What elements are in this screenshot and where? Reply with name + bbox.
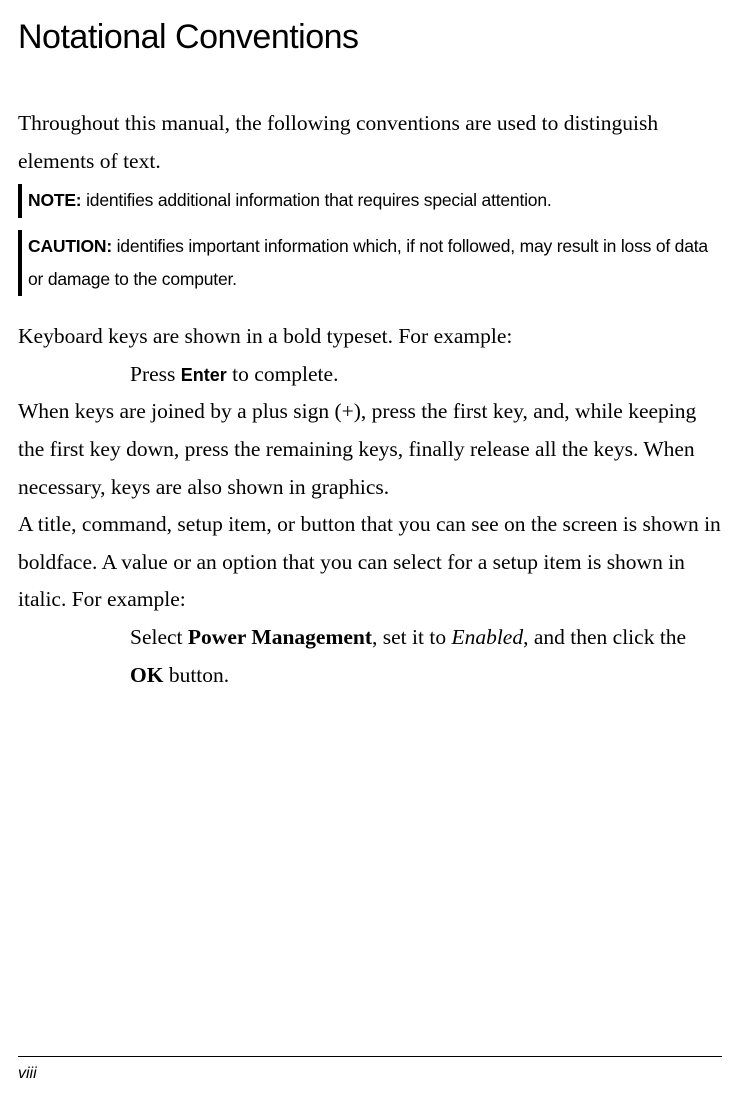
note-callout: NOTE: identifies additional information …: [18, 184, 722, 217]
enabled-italic: Enabled: [451, 625, 523, 649]
page-title: Notational Conventions: [18, 18, 722, 57]
note-label: NOTE:: [28, 190, 81, 210]
keyboard-intro: Keyboard keys are shown in a bold typese…: [18, 318, 722, 356]
caution-label: CAUTION:: [28, 236, 112, 256]
example-select-t2: , set it to: [372, 625, 451, 649]
page-number: viii: [18, 1065, 37, 1083]
example-select-t3: , and then click the: [523, 625, 686, 649]
plus-sign-paragraph: When keys are joined by a plus sign (+),…: [18, 393, 722, 506]
note-text: identifies additional information that r…: [81, 190, 551, 210]
example-enter: Press Enter to complete.: [130, 356, 722, 394]
intro-paragraph: Throughout this manual, the following co…: [18, 105, 722, 180]
screen-items-paragraph: A title, command, setup item, or button …: [18, 506, 722, 619]
power-management-bold: Power Management: [188, 625, 372, 649]
caution-callout: CAUTION: identifies important informatio…: [18, 230, 722, 297]
footer-rule: [18, 1056, 722, 1057]
enter-key: Enter: [181, 365, 227, 385]
ok-bold: OK: [130, 663, 163, 687]
example-enter-post: to complete.: [227, 362, 339, 386]
example-enter-pre: Press: [130, 362, 181, 386]
example-select: Select Power Management, set it to Enabl…: [130, 619, 722, 694]
caution-text: identifies important information which, …: [28, 236, 708, 289]
example-select-t1: Select: [130, 625, 188, 649]
example-select-t4: button.: [163, 663, 229, 687]
